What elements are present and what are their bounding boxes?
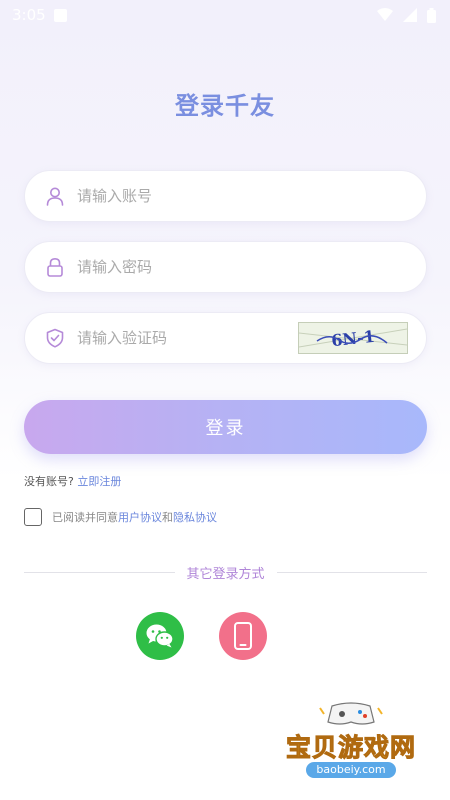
agreement-and: 和 — [162, 511, 173, 524]
signal-icon — [403, 8, 417, 22]
notification-icon — [53, 8, 67, 22]
wechat-login-button[interactable] — [136, 612, 184, 660]
wifi-icon — [377, 8, 393, 21]
register-link[interactable]: 立即注册 — [77, 475, 121, 488]
shield-check-icon — [45, 328, 65, 348]
captcha-field[interactable]: 6N-1 — [24, 312, 427, 364]
user-agreement-link[interactable]: 用户协议 — [118, 509, 162, 525]
status-left: 3:05 — [12, 6, 67, 24]
other-login-label: 其它登录方式 — [186, 566, 265, 582]
captcha-graphic: 6N-1 — [298, 327, 408, 350]
gamepad-logo-icon — [319, 702, 383, 725]
user-icon — [45, 186, 65, 206]
password-field[interactable] — [24, 241, 427, 293]
privacy-agreement-link[interactable]: 隐私协议 — [173, 509, 217, 525]
battery-icon — [427, 7, 436, 23]
login-button[interactable]: 登录 — [24, 400, 427, 454]
status-bar: 3:05 — [0, 0, 450, 30]
status-right — [377, 7, 436, 23]
wechat-icon — [146, 624, 174, 648]
phone-login-button[interactable] — [219, 612, 267, 660]
account-input[interactable] — [77, 187, 277, 205]
captcha-image[interactable]: 6N-1 — [298, 322, 408, 354]
lock-icon — [45, 257, 65, 277]
register-prompt: 没有账号? — [24, 475, 74, 488]
other-login-divider: 其它登录方式 — [24, 562, 428, 582]
account-field[interactable] — [24, 170, 427, 222]
watermark-text: 宝贝游戏网 — [285, 733, 416, 763]
agreement-checkbox[interactable] — [24, 508, 42, 526]
watermark-url: baobeiy.com — [306, 762, 396, 778]
watermark: 宝贝游戏网 baobeiy.com — [276, 700, 426, 796]
agreement-prefix: 已阅读并同意 — [52, 511, 118, 524]
agreement-row: 已阅读并同意 用户协议 和 隐私协议 — [24, 508, 217, 526]
divider-line-right — [276, 571, 428, 573]
status-time: 3:05 — [12, 6, 46, 24]
mobile-phone-icon — [234, 622, 252, 650]
divider-line-left — [24, 571, 175, 573]
captcha-input[interactable] — [77, 329, 277, 347]
page-title: 登录千友 — [175, 92, 275, 120]
register-row: 没有账号? 立即注册 — [24, 473, 121, 489]
password-input[interactable] — [77, 258, 277, 276]
